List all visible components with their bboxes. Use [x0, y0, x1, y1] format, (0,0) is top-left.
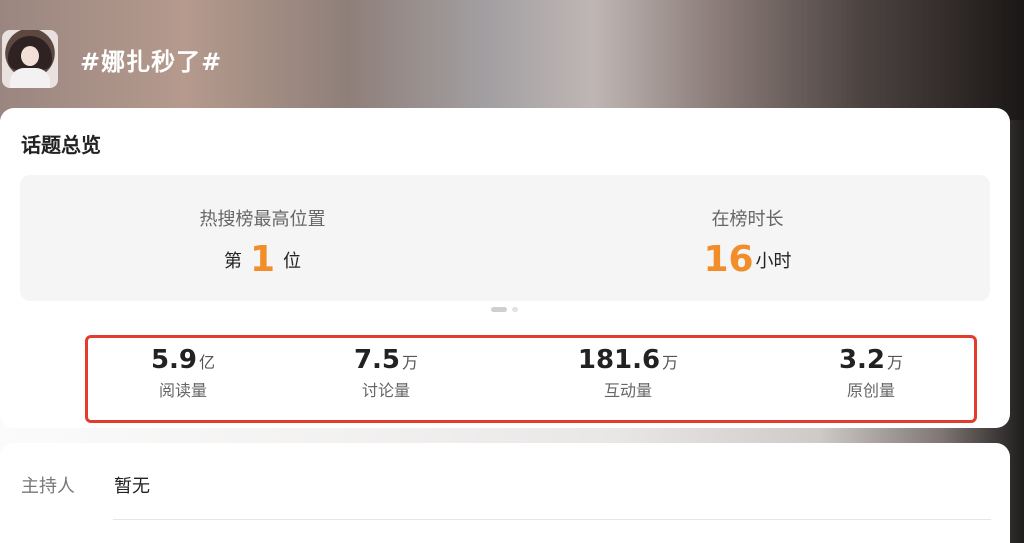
- host-value: 暂无: [114, 476, 150, 497]
- stat-interaction-count: 181.6 万 互动量: [528, 345, 728, 401]
- stat-unit: 万: [662, 353, 679, 372]
- topic-stats-highlight: 5.9 亿 阅读量 7.5 万 讨论量 181.6 万 互动量 3.2 万 原创量: [85, 335, 977, 423]
- topic-title: #娜扎秒了#: [80, 48, 223, 76]
- topic-header-banner: #娜扎秒了#: [0, 0, 1024, 120]
- on-list-duration-value: 16 小时: [505, 239, 990, 280]
- rank-number: 1: [249, 239, 276, 280]
- host-label: 主持人: [21, 476, 75, 497]
- carousel-dot[interactable]: [512, 307, 518, 312]
- overview-title: 话题总览: [21, 133, 101, 157]
- rank-suffix: 位: [283, 251, 302, 272]
- stat-label: 讨论量: [361, 381, 410, 400]
- host-info-card: 主持人 暂无: [0, 443, 1010, 543]
- carousel-dot-active[interactable]: [491, 307, 507, 312]
- duration-unit: 小时: [755, 251, 792, 272]
- duration-number: 16: [703, 239, 754, 280]
- carousel-indicator[interactable]: [491, 307, 521, 313]
- stat-unit: 万: [402, 353, 419, 372]
- avatar-dress-shape: [10, 68, 50, 88]
- stat-value: 7.5: [353, 345, 401, 375]
- avatar-face-shape: [21, 46, 39, 66]
- stat-label: 阅读量: [158, 381, 207, 400]
- rank-prefix: 第: [223, 251, 242, 272]
- hot-search-rank-label: 热搜榜最高位置: [199, 209, 326, 230]
- stat-discussion-count: 7.5 万 讨论量: [286, 345, 486, 401]
- stat-value: 5.9: [150, 345, 198, 375]
- hot-search-rank-value: 第1位: [20, 239, 505, 280]
- ranking-summary: 热搜榜最高位置 第1位 在榜时长 16 小时: [20, 175, 990, 301]
- stat-value: 3.2: [838, 345, 886, 375]
- stat-value: 181.6: [577, 345, 661, 375]
- stat-unit: 亿: [199, 353, 216, 372]
- on-list-duration-label: 在榜时长: [711, 209, 784, 230]
- stat-read-count: 5.9 亿 阅读量: [83, 345, 283, 401]
- stat-label: 互动量: [603, 381, 652, 400]
- stat-label: 原创量: [846, 381, 895, 400]
- divider: [113, 519, 991, 520]
- hot-search-rank: 热搜榜最高位置 第1位: [20, 175, 505, 301]
- on-list-duration: 在榜时长 16 小时: [505, 175, 990, 301]
- stat-original-count: 3.2 万 原创量: [771, 345, 971, 401]
- topic-overview-card: 话题总览 热搜榜最高位置 第1位 在榜时长 16 小时 5.9 亿 阅读量 7.5 万…: [0, 108, 1010, 428]
- topic-avatar[interactable]: [2, 30, 58, 88]
- stat-unit: 万: [887, 353, 904, 372]
